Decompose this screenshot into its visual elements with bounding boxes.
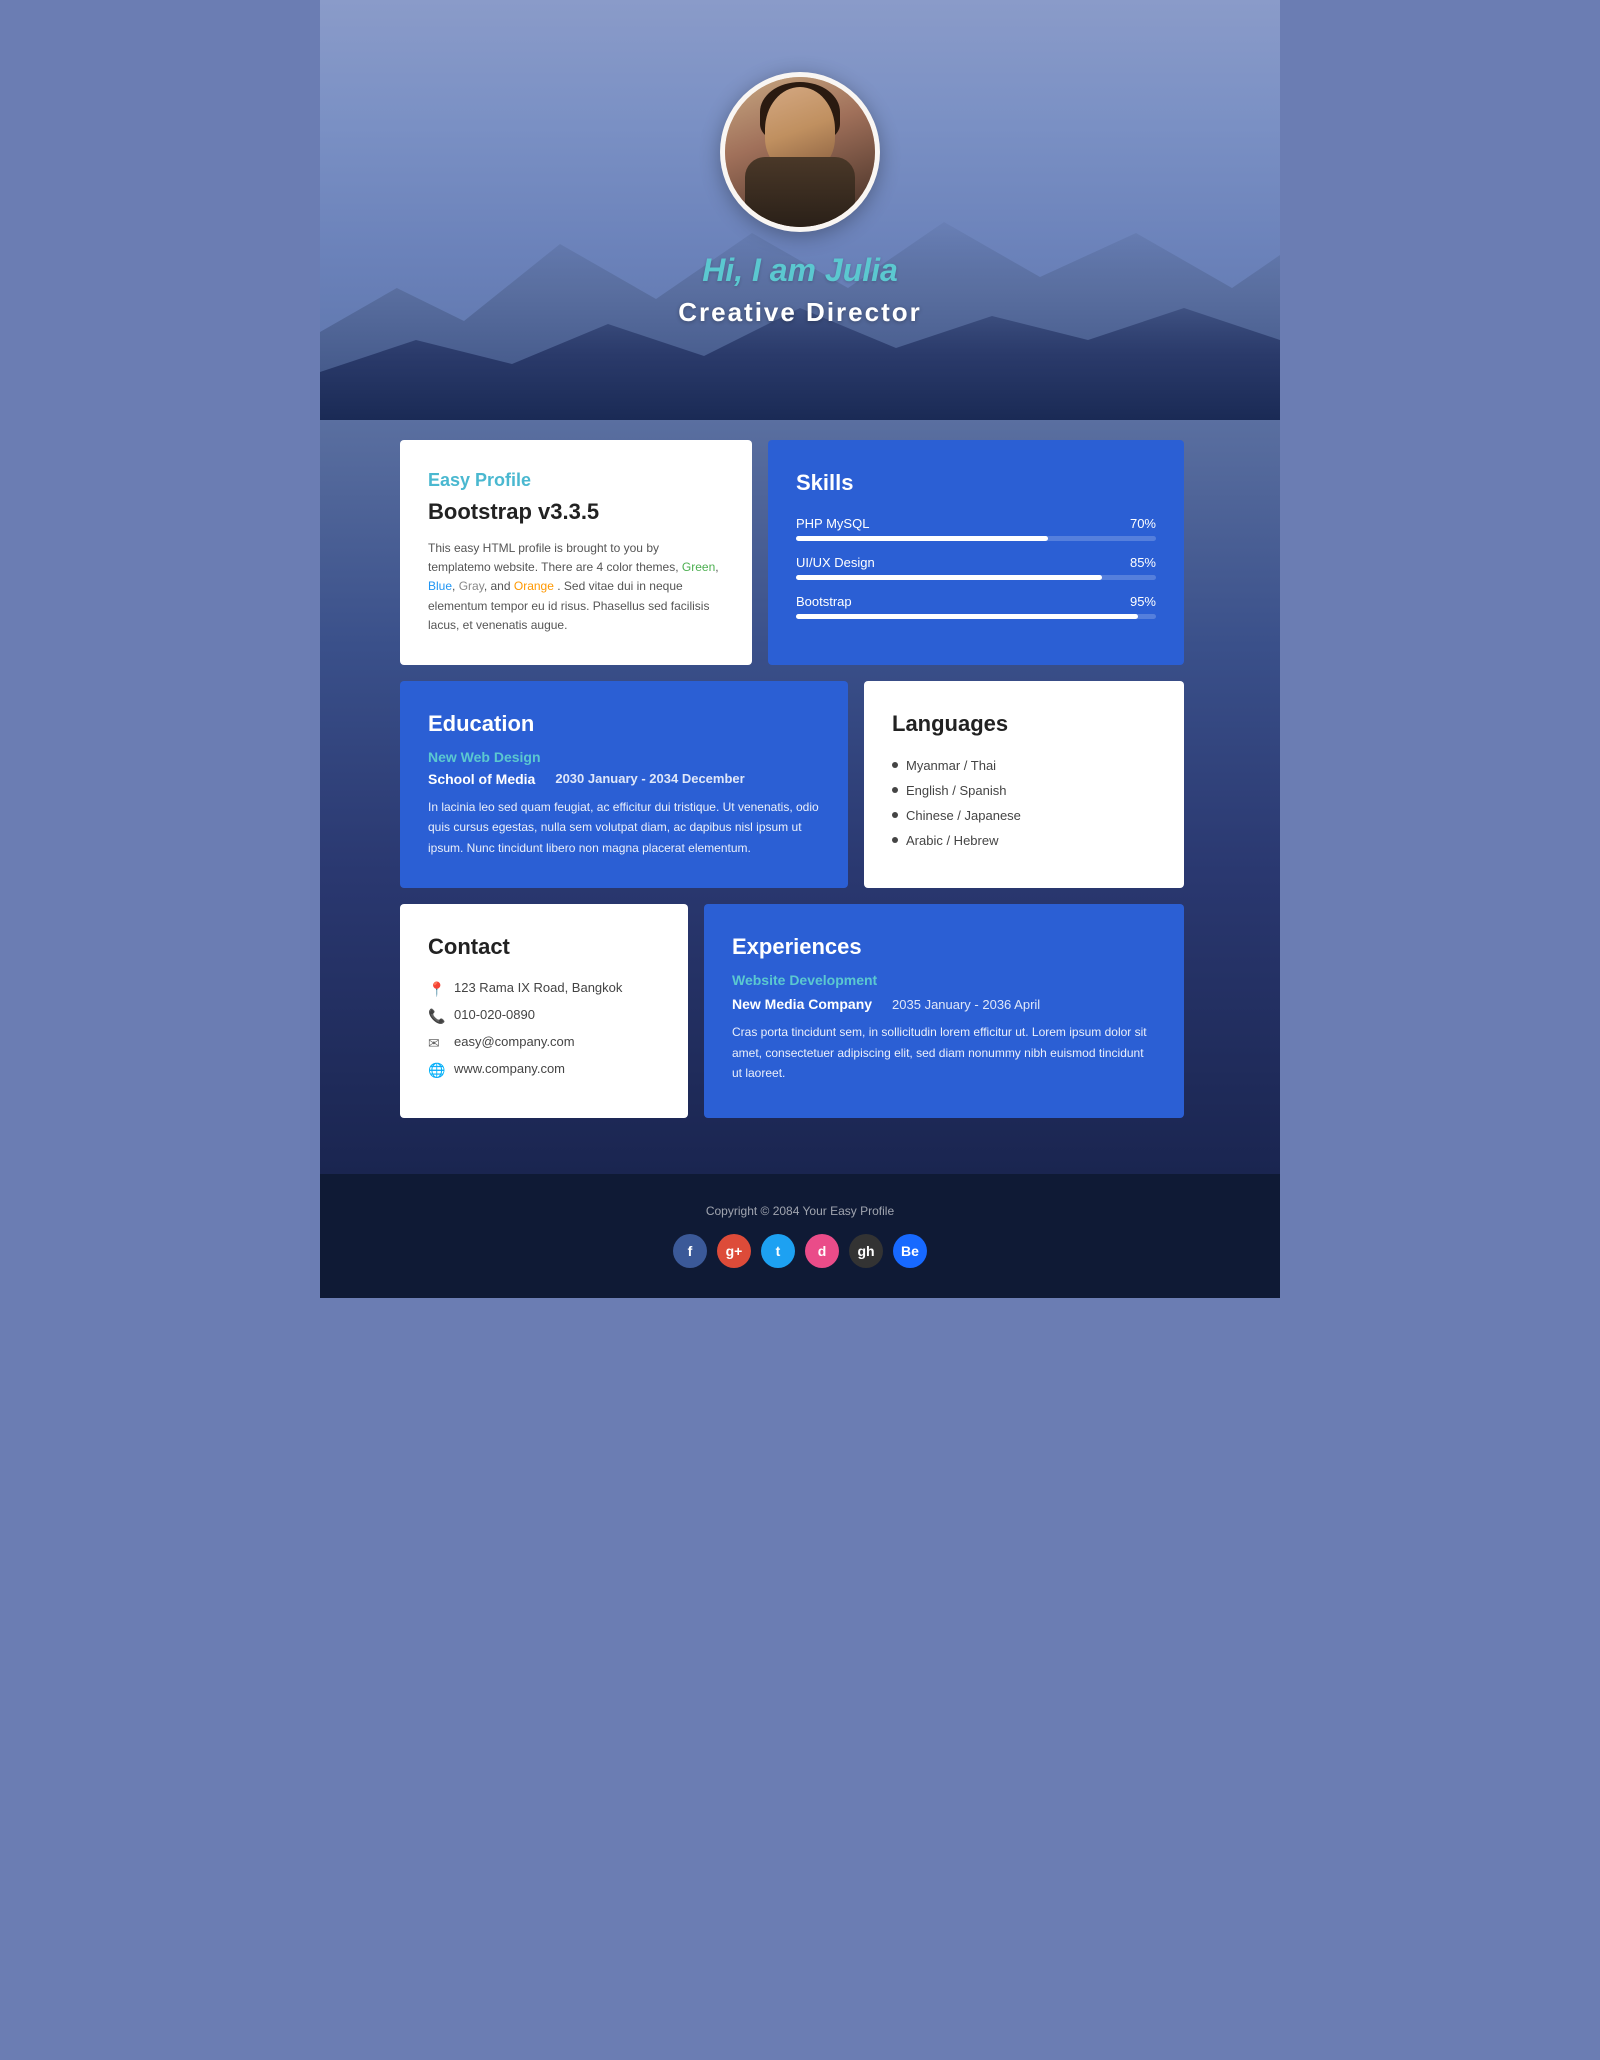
skill-item: PHP MySQL 70% [796, 516, 1156, 541]
website-text[interactable]: www.company.com [454, 1061, 565, 1076]
profile-card-subtitle: Bootstrap v3.3.5 [428, 499, 724, 525]
row-2: Education New Web Design School of Media… [400, 681, 1200, 888]
lang-name: Arabic / Hebrew [906, 833, 998, 848]
language-item: Myanmar / Thai [892, 753, 1156, 778]
skill-bar-fill [796, 575, 1102, 580]
language-item: English / Spanish [892, 778, 1156, 803]
globe-icon: 🌐 [428, 1062, 442, 1076]
contact-phone: 📞 010-020-0890 [428, 1007, 660, 1022]
profile-card-title: Easy Profile [428, 470, 724, 491]
contact-website: 🌐 www.company.com [428, 1061, 660, 1076]
exp-text: Cras porta tincidunt sem, in sollicitudi… [732, 1022, 1156, 1083]
skills-card: Skills PHP MySQL 70% UI/UX Design 85% Bo… [768, 440, 1184, 665]
lang-bullet [892, 762, 898, 768]
lang-bullet [892, 812, 898, 818]
skill-bar-fill [796, 614, 1138, 619]
education-title: Education [428, 711, 820, 737]
link-gray[interactable]: Gray [459, 579, 484, 593]
exp-dates: 2035 January - 2036 April [892, 997, 1040, 1012]
footer-copyright: Copyright © 2084 Your Easy Profile [340, 1204, 1260, 1218]
main-content: Easy Profile Bootstrap v3.3.5 This easy … [320, 420, 1280, 1174]
skill-percent: 70% [1130, 516, 1156, 531]
language-item: Arabic / Hebrew [892, 828, 1156, 853]
edu-school: School of Media [428, 771, 535, 787]
link-green[interactable]: Green [682, 560, 715, 574]
experiences-card: Experiences Website Development New Medi… [704, 904, 1184, 1118]
skills-title: Skills [796, 470, 1156, 496]
skill-percent: 95% [1130, 594, 1156, 609]
hero-greeting: Hi, I am Julia [702, 252, 898, 289]
edu-dates: 2030 January - 2034 December [555, 771, 744, 786]
footer: Copyright © 2084 Your Easy Profile f g+ td… [320, 1174, 1280, 1298]
language-item: Chinese / Japanese [892, 803, 1156, 828]
education-card: Education New Web Design School of Media… [400, 681, 848, 888]
email-icon: ✉ [428, 1035, 442, 1049]
profile-card-text: This easy HTML profile is brought to you… [428, 539, 724, 635]
skill-bar-fill [796, 536, 1048, 541]
lang-bullet [892, 837, 898, 843]
phone-icon: 📞 [428, 1008, 442, 1022]
skill-bar-bg [796, 614, 1156, 619]
languages-title: Languages [892, 711, 1156, 737]
lang-bullet [892, 787, 898, 793]
social-icon-twitter[interactable]: t [761, 1234, 795, 1268]
skill-label-row: PHP MySQL 70% [796, 516, 1156, 531]
avatar [720, 72, 880, 232]
social-icon-dribbble[interactable]: d [805, 1234, 839, 1268]
link-orange[interactable]: Orange [514, 579, 554, 593]
skill-item: UI/UX Design 85% [796, 555, 1156, 580]
edu-school-row: School of Media 2030 January - 2034 Dece… [428, 771, 820, 787]
skill-name: Bootstrap [796, 594, 852, 609]
social-icon-behance[interactable]: Be [893, 1234, 927, 1268]
skill-percent: 85% [1130, 555, 1156, 570]
skill-bar-bg [796, 536, 1156, 541]
social-icon-facebook[interactable]: f [673, 1234, 707, 1268]
skill-label-row: UI/UX Design 85% [796, 555, 1156, 570]
phone-text: 010-020-0890 [454, 1007, 535, 1022]
skill-name: UI/UX Design [796, 555, 875, 570]
row-3: Contact 📍 123 Rama IX Road, Bangkok 📞 01… [400, 904, 1200, 1118]
email-text[interactable]: easy@company.com [454, 1034, 575, 1049]
languages-card: Languages Myanmar / Thai English / Spanis… [864, 681, 1184, 888]
hero-title: Creative Director [678, 297, 922, 328]
social-icons: f g+ tdgh Be [340, 1234, 1260, 1268]
languages-list: Myanmar / Thai English / Spanish Chinese /… [892, 753, 1156, 853]
avatar-body [745, 157, 855, 227]
social-icon-google-plus[interactable]: g+ [717, 1234, 751, 1268]
hero-section: Hi, I am Julia Creative Director [320, 0, 1280, 420]
contact-email: ✉ easy@company.com [428, 1034, 660, 1049]
lang-name: English / Spanish [906, 783, 1006, 798]
row-1: Easy Profile Bootstrap v3.3.5 This easy … [400, 440, 1200, 665]
social-icon-github[interactable]: gh [849, 1234, 883, 1268]
exp-subtitle: Website Development [732, 972, 1156, 988]
link-blue[interactable]: Blue [428, 579, 452, 593]
avatar-image [725, 77, 875, 227]
exp-company: New Media Company [732, 996, 872, 1012]
lang-name: Myanmar / Thai [906, 758, 996, 773]
experiences-title: Experiences [732, 934, 1156, 960]
skills-list: PHP MySQL 70% UI/UX Design 85% Bootstrap… [796, 516, 1156, 619]
skill-name: PHP MySQL [796, 516, 869, 531]
contact-title: Contact [428, 934, 660, 960]
contact-address: 📍 123 Rama IX Road, Bangkok [428, 980, 660, 995]
skill-label-row: Bootstrap 95% [796, 594, 1156, 609]
location-icon: 📍 [428, 981, 442, 995]
profile-card: Easy Profile Bootstrap v3.3.5 This easy … [400, 440, 752, 665]
skill-item: Bootstrap 95% [796, 594, 1156, 619]
edu-text: In lacinia leo sed quam feugiat, ac effi… [428, 797, 820, 858]
skill-bar-bg [796, 575, 1156, 580]
edu-subtitle: New Web Design [428, 749, 820, 765]
lang-name: Chinese / Japanese [906, 808, 1021, 823]
contact-card: Contact 📍 123 Rama IX Road, Bangkok 📞 01… [400, 904, 688, 1118]
exp-company-row: New Media Company 2035 January - 2036 Ap… [732, 996, 1156, 1012]
address-text: 123 Rama IX Road, Bangkok [454, 980, 622, 995]
